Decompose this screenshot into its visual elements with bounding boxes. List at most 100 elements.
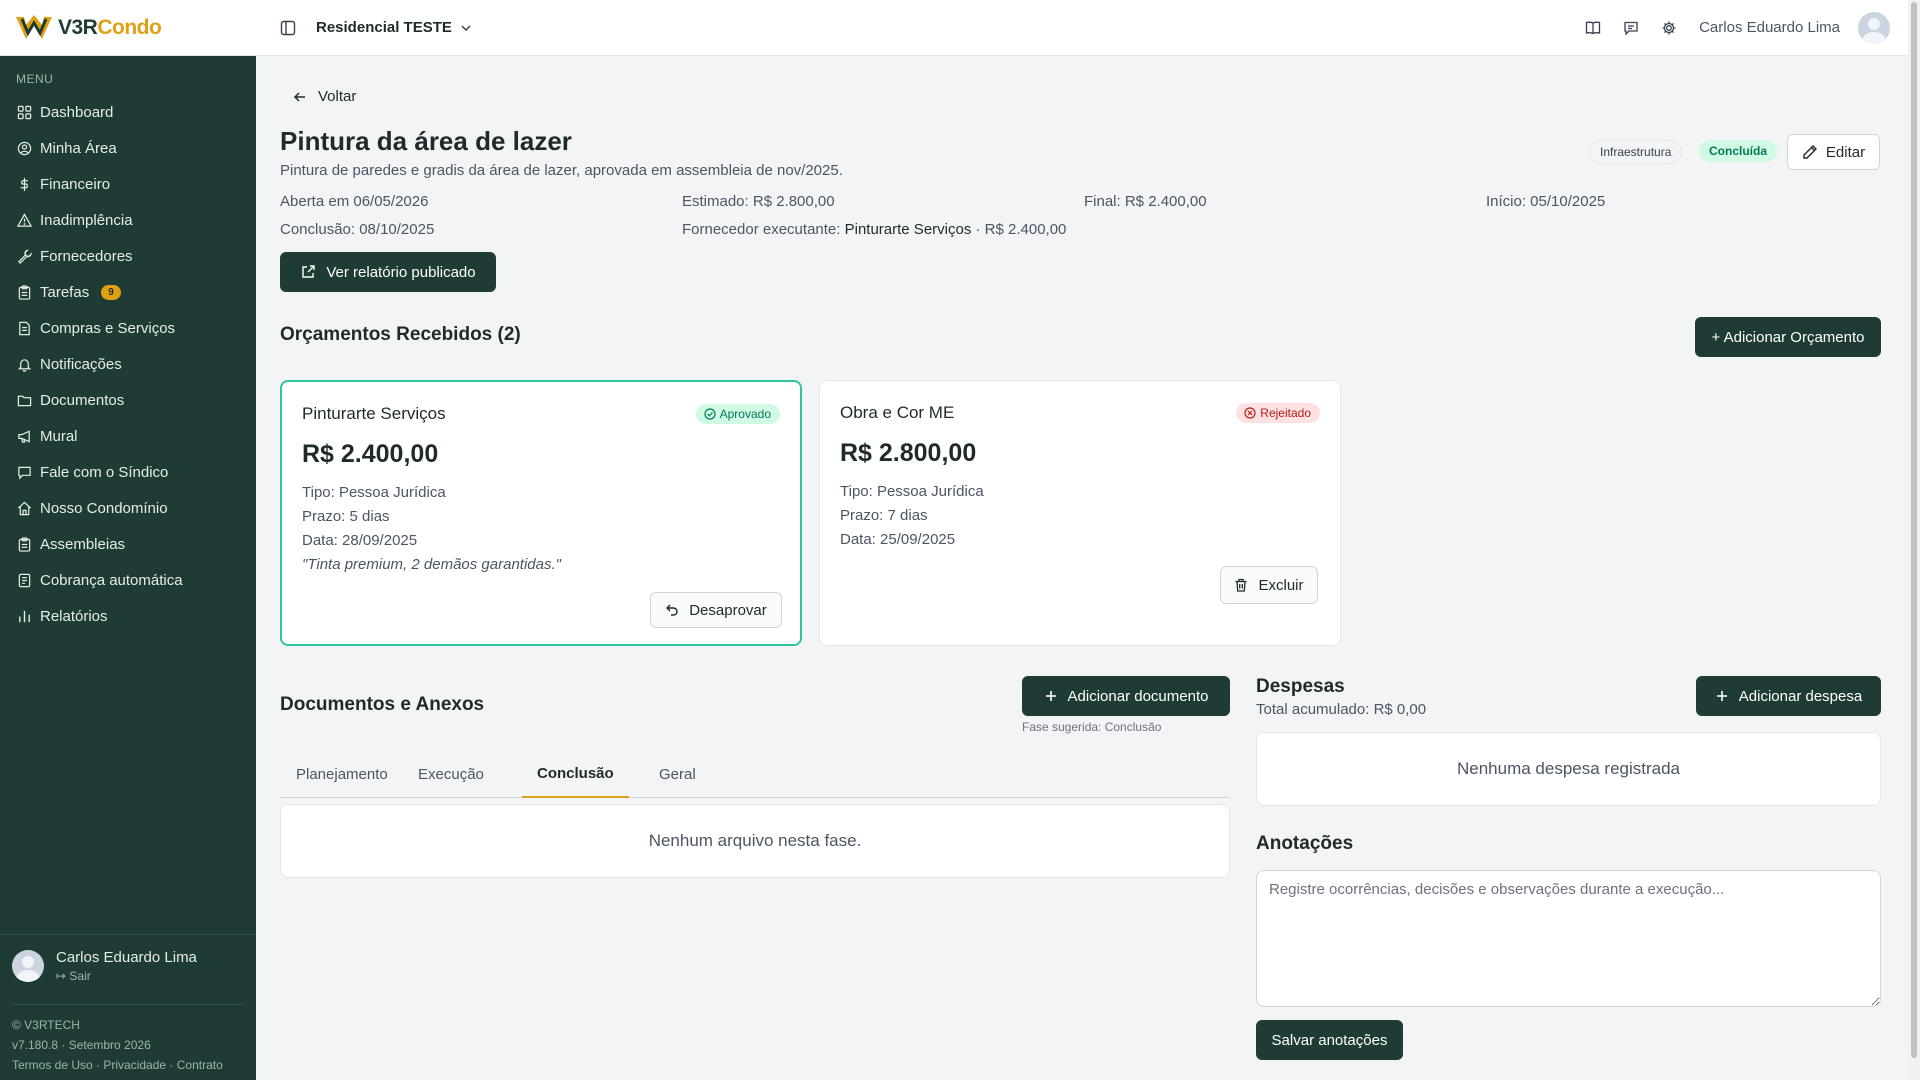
sidebar-item-documentos[interactable]: Documentos: [0, 382, 256, 418]
quote-type: Tipo: Pessoa Jurídica: [840, 483, 984, 500]
dashboard-icon: [17, 105, 32, 119]
sidebar-item-relatorios[interactable]: Relatórios: [0, 598, 256, 634]
quote-date: Data: 28/09/2025: [302, 532, 418, 549]
sidebar-item-financeiro[interactable]: Financeiro: [0, 166, 256, 202]
app-version: v7.180.8 · Setembro 2026: [12, 1038, 151, 1052]
sidebar-item-notificacoes[interactable]: Notificações: [0, 346, 256, 382]
disapprove-button[interactable]: Desaprovar: [650, 592, 782, 628]
wrench-icon: [18, 249, 32, 264]
trash-icon: [1235, 578, 1247, 592]
undo-icon: [666, 604, 678, 616]
tab-execucao[interactable]: Execução: [418, 750, 484, 798]
bell-icon: [17, 358, 32, 372]
sidebar-item-label: Notificações: [40, 355, 122, 373]
save-notes-button[interactable]: Salvar anotações: [1256, 1020, 1403, 1060]
condo-name: Residencial TESTE: [316, 19, 452, 36]
sidebar-item-tarefas[interactable]: Tarefas 9: [0, 274, 256, 310]
quote-status-label: Rejeitado: [1260, 406, 1311, 420]
delete-label: Excluir: [1258, 576, 1304, 594]
arrow-left-icon: [293, 91, 305, 102]
header-user-name[interactable]: Carlos Eduardo Lima: [1699, 19, 1840, 36]
quote-card-approved: Pinturarte Serviços Aprovado R$ 2.400,00…: [280, 380, 802, 646]
quote-card-rejected: Obra e Cor ME Rejeitado R$ 2.800,00 Tipo…: [819, 380, 1341, 646]
home-icon: [17, 501, 32, 515]
back-link[interactable]: Voltar: [292, 88, 356, 105]
clipboard-icon: [18, 536, 31, 552]
executing-supplier: Fornecedor executante: Pinturarte Serviç…: [682, 221, 1066, 238]
logout-link[interactable]: ↦ Sair: [56, 969, 197, 983]
add-document-label: Adicionar documento: [1067, 687, 1209, 705]
view-report-button[interactable]: Ver relatório publicado: [280, 252, 496, 292]
terms-link[interactable]: Termos de Uso: [12, 1058, 93, 1072]
sidebar-item-fornecedores[interactable]: Fornecedores: [0, 238, 256, 274]
notes-title: Anotações: [1256, 833, 1354, 854]
sidebar-item-nosso-condominio[interactable]: Nosso Condomínio: [0, 490, 256, 526]
conclusion-date: Conclusão: 08/10/2025: [280, 221, 435, 238]
footer-separator: ·: [92, 1058, 104, 1072]
tab-conclusao[interactable]: Conclusão: [522, 750, 629, 798]
delete-quote-button[interactable]: Excluir: [1220, 566, 1318, 604]
quote-status-badge: Aprovado: [695, 404, 780, 424]
settings-button[interactable]: [1659, 18, 1679, 38]
sidebar-item-mural[interactable]: Mural: [0, 418, 256, 454]
page-title: Pintura da área de lazer: [280, 126, 572, 156]
supplier-name: Pinturarte Serviços: [844, 221, 972, 238]
quote-term: Prazo: 7 dias: [840, 507, 928, 524]
edit-label: Editar: [1825, 143, 1866, 161]
privacy-link[interactable]: Privacidade: [103, 1058, 166, 1072]
book-open-button[interactable]: [1583, 18, 1603, 38]
sidebar-item-inadimplencia[interactable]: Inadimplência: [0, 202, 256, 238]
add-document-button[interactable]: Adicionar documento: [1022, 676, 1230, 716]
sidebar-item-minha-area[interactable]: Minha Área: [0, 130, 256, 166]
final-value: Final: R$ 2.400,00: [1084, 193, 1207, 210]
pencil-icon: [1803, 145, 1817, 159]
category-badge: Infraestrutura: [1589, 140, 1683, 164]
header-actions: Carlos Eduardo Lima: [1583, 11, 1920, 44]
book-open-icon: [1585, 21, 1601, 34]
sidebar-user: Carlos Eduardo Lima ↦ Sair: [0, 934, 256, 997]
messages-button[interactable]: [1621, 18, 1641, 38]
status-badge: Concluída: [1699, 140, 1778, 162]
expenses-title: Despesas: [1256, 676, 1345, 697]
sidebar-item-label: Fale com o Síndico: [40, 463, 169, 481]
brand-name: V3RCondo: [58, 16, 162, 40]
sidebar-footer: © V3RTECH v7.180.8 · Setembro 2026 Termo…: [12, 1004, 244, 1075]
sidebar-toggle-button[interactable]: [278, 18, 298, 38]
sidebar-item-label: Tarefas: [40, 283, 90, 301]
sidebar-item-assembleias[interactable]: Assembleias: [0, 526, 256, 562]
add-expense-button[interactable]: Adicionar despesa: [1696, 676, 1881, 716]
add-quote-label: + Adicionar Orçamento: [1711, 328, 1865, 346]
header-avatar[interactable]: [1858, 11, 1890, 44]
quote-supplier-name: Obra e Cor ME: [840, 403, 955, 422]
quote-status-badge: Rejeitado: [1236, 403, 1320, 423]
save-notes-label: Salvar anotações: [1271, 1031, 1388, 1049]
logout-icon: ↦: [56, 969, 67, 983]
sidebar-avatar[interactable]: [12, 950, 44, 982]
page-scrollbar[interactable]: [1908, 0, 1920, 1080]
condo-selector[interactable]: Residencial TESTE: [316, 19, 472, 36]
sidebar-item-cobranca-automatica[interactable]: Cobrança automática: [0, 562, 256, 598]
gear-icon: [1662, 21, 1676, 34]
notes-textarea[interactable]: [1256, 870, 1881, 1007]
tasks-count-badge: 9: [101, 284, 121, 300]
clipboard-icon: [18, 284, 31, 300]
contract-link[interactable]: Contrato: [177, 1058, 223, 1072]
chat-icon: [18, 466, 31, 480]
edit-button[interactable]: Editar: [1787, 134, 1880, 170]
sidebar-item-label: Fornecedores: [40, 247, 133, 265]
sidebar-item-label: Documentos: [40, 391, 125, 409]
sidebar-item-dashboard[interactable]: Dashboard: [0, 94, 256, 130]
sidebar-item-label: Dashboard: [40, 103, 114, 121]
scrollbar-thumb[interactable]: [1911, 2, 1917, 1058]
brand-logo[interactable]: V3RCondo: [0, 0, 256, 56]
sidebar-item-compras-servicos[interactable]: Compras e Serviços: [0, 310, 256, 346]
estimated-value: Estimado: R$ 2.800,00: [682, 193, 835, 210]
tab-planejamento[interactable]: Planejamento: [296, 750, 388, 798]
footer-links: Termos de Uso · Privacidade · Contrato: [12, 1055, 244, 1075]
tab-geral[interactable]: Geral: [659, 750, 696, 798]
main-content: Voltar Pintura da área de lazer Pintura …: [256, 56, 1900, 1080]
sidebar-item-fale-sindico[interactable]: Fale com o Síndico: [0, 454, 256, 490]
quote-note: "Tinta premium, 2 demãos garantidas.": [302, 556, 561, 573]
add-quote-button[interactable]: + Adicionar Orçamento: [1695, 317, 1881, 357]
supplier-value: · R$ 2.400,00: [971, 221, 1067, 238]
